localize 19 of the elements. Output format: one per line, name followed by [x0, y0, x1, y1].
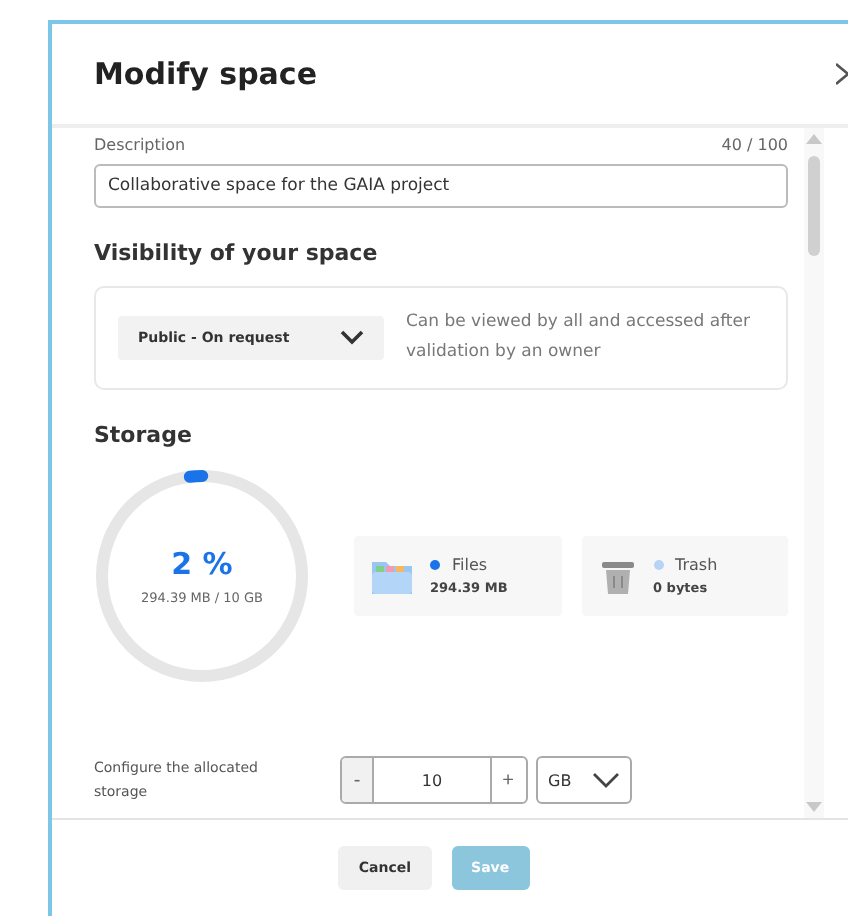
- scroll-up-icon[interactable]: [806, 132, 822, 144]
- section-heading: Storage: [94, 421, 194, 448]
- unit-dropdown[interactable]: GB: [536, 756, 632, 805]
- close-icon[interactable]: [836, 62, 848, 86]
- scroll-down-icon[interactable]: [806, 802, 822, 814]
- field-label: Description: [94, 136, 186, 154]
- chevron-down-icon: [592, 772, 620, 789]
- category-name: Trash: [675, 555, 718, 574]
- category-name: Files: [452, 555, 488, 574]
- usage-percent: 2 %: [171, 545, 233, 582]
- chevron-down-icon: [340, 330, 364, 347]
- character-counter: 40 / 100: [721, 136, 788, 154]
- section-heading: Visibility of your space: [94, 240, 380, 266]
- description-field[interactable]: Collaborative space for the GAIA project: [94, 164, 788, 208]
- scrollbar[interactable]: [804, 128, 824, 818]
- dialog-title: Modify space: [94, 56, 317, 92]
- decrement-button[interactable]: -: [342, 758, 374, 803]
- storage-stepper[interactable]: - 10 +: [340, 756, 528, 805]
- visibility-description: Can be viewed by all and accessed after validation by an owner: [406, 310, 752, 367]
